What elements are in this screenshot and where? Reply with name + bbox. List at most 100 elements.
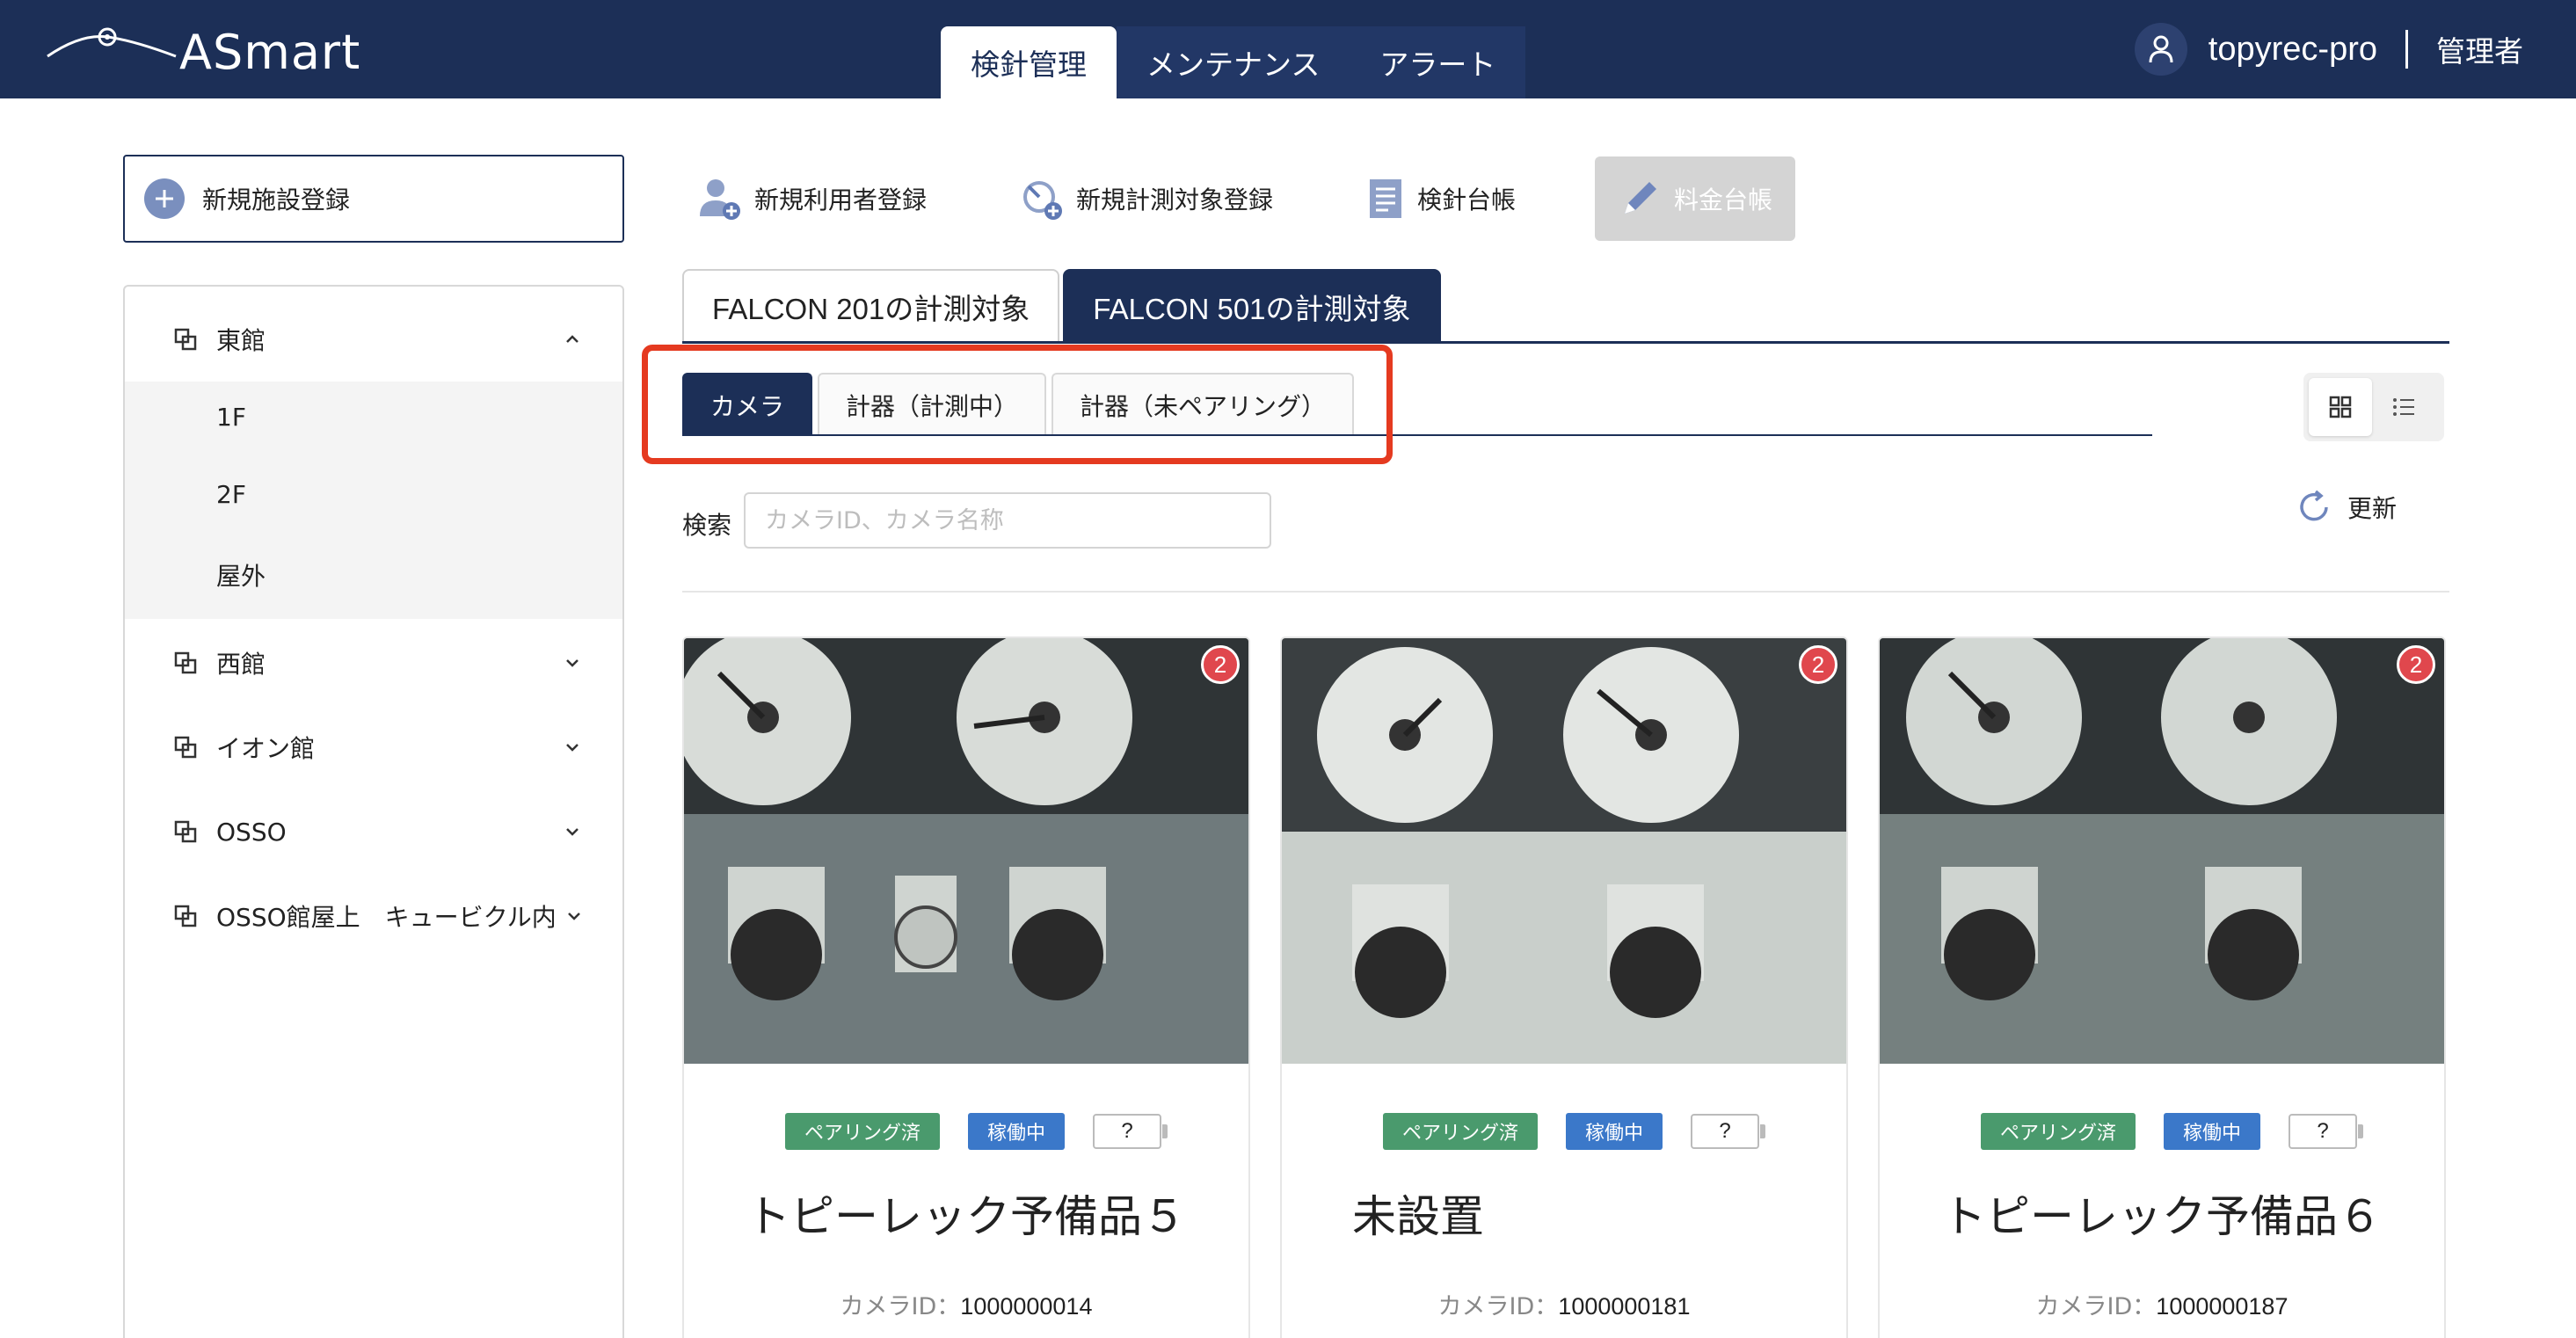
card-tags: ペアリング済 稼働中 ? [684,1113,1248,1150]
camera-id-label: カメラID： [2035,1293,2157,1320]
tree-subitem-1f[interactable]: 1F [216,403,246,432]
tree-subitem-2f[interactable]: 2F [216,480,246,509]
tree-item-osso-rooftop[interactable]: OSSO館屋上 キュービクル内 [125,876,622,956]
new-facility-button[interactable]: 新規施設登録 [123,155,624,243]
inspection-ledger-button[interactable]: 検針台帳 [1366,156,1516,241]
building-icon [174,651,197,674]
building-icon [174,905,197,927]
tree-item-label: 東館 [216,326,266,355]
nav-tab-maintenance[interactable]: メンテナンス [1117,26,1350,98]
pairing-badge: ペアリング済 [1382,1113,1538,1150]
pencil-icon [1625,182,1656,214]
user-icon [2134,23,2187,76]
camera-id-label: カメラID： [840,1293,961,1320]
logo-icon [47,27,177,58]
camera-id-value: 1000000187 [2156,1293,2289,1320]
plus-icon [144,178,185,219]
building-icon [174,820,197,843]
grid-view-button[interactable] [2309,378,2372,436]
camera-snapshot: 2 [684,638,1248,1064]
camera-id: カメラID：1000000014 [684,1287,1248,1321]
chevron-down-icon[interactable] [564,906,584,926]
fee-ledger-label: 料金台帳 [1674,185,1773,215]
divider [682,591,2449,593]
card-count-badge: 2 [2397,645,2435,684]
add-user-icon [700,179,740,220]
camera-card[interactable]: 2 ペアリング済 稼働中 ? トピーレック予備品５ カメラID：10000000… [682,636,1250,1338]
user-menu[interactable]: topyrec-pro 管理者 [2134,23,2523,76]
new-facility-label: 新規施設登録 [202,185,351,215]
tree-item-osso[interactable]: OSSO [125,791,622,872]
camera-name: 未設置 [1352,1191,1484,1242]
building-icon [174,736,197,759]
app-logo[interactable]: ASmart [46,16,362,80]
refresh-label: 更新 [2347,494,2398,523]
logo-text: ASmart [179,25,361,80]
card-count-badge: 2 [1201,645,1240,684]
battery-icon: ? [2289,1114,2364,1149]
tree-item-label: OSSO館屋上 キュービクル内 [216,903,557,932]
new-target-label: 新規計測対象登録 [1076,185,1274,215]
view-toggle [2303,373,2444,441]
status-badge: 稼働中 [1566,1113,1663,1150]
camera-id: カメラID：1000000181 [1282,1287,1846,1321]
tree-item-aeon[interactable]: イオン館 [125,707,622,788]
new-target-button[interactable]: 新規計測対象登録 [1020,156,1273,241]
status-badge: 稼働中 [2164,1113,2261,1150]
chevron-down-icon[interactable] [563,653,582,673]
highlight-box [642,345,1393,464]
camera-card[interactable]: 2 ペアリング済 稼働中 ? トピーレック予備品６ カメラID：10000001… [1878,636,2446,1338]
chevron-down-icon[interactable] [563,738,582,757]
nav-tab-inspection[interactable]: 検針管理 [941,26,1117,98]
facility-tree: 東館 1F 2F 屋外 西館 イオン館 OSSO OSSO館屋上 キュービクル内 [123,285,624,1338]
new-user-label: 新規利用者登録 [754,185,928,215]
chevron-down-icon[interactable] [563,822,582,841]
main-nav: 検針管理 メンテナンス アラート [941,26,1526,98]
new-user-button[interactable]: 新規利用者登録 [698,156,927,241]
ledger-icon [1370,179,1401,218]
pairing-badge: ペアリング済 [1980,1113,2136,1150]
camera-name: トピーレック予備品６ [1942,1191,2382,1242]
search-input[interactable] [744,492,1271,549]
tree-item-label: イオン館 [216,734,316,763]
top-header: ASmart 検針管理 メンテナンス アラート topyrec-pro 管理者 [0,0,2576,98]
device-tabs: FALCON 201の計測対象 FALCON 501の計測対象 [682,269,1444,343]
grid-icon [2329,396,2352,418]
fee-ledger-button[interactable]: 料金台帳 [1595,156,1796,241]
search-label: 検索 [682,511,732,540]
battery-icon: ? [1093,1114,1168,1149]
tab-falcon-201[interactable]: FALCON 201の計測対象 [682,269,1060,343]
status-badge: 稼働中 [968,1113,1066,1150]
camera-id-label: カメラID： [1437,1293,1559,1320]
camera-snapshot: 2 [1880,638,2444,1064]
camera-id-value: 1000000014 [960,1293,1093,1320]
inspection-ledger-label: 検針台帳 [1417,185,1517,215]
list-view-button[interactable] [2372,378,2435,436]
camera-id: カメラID：1000000187 [1880,1287,2444,1321]
battery-icon: ? [1691,1114,1766,1149]
camera-id-value: 1000000181 [1558,1293,1691,1320]
add-gauge-icon [1023,181,1062,220]
refresh-button[interactable]: 更新 [2295,485,2397,529]
tree-subitems-east: 1F 2F 屋外 [125,382,622,619]
card-tags: ペアリング済 稼働中 ? [1282,1113,1846,1150]
list-icon [2393,398,2414,416]
tree-item-label: OSSO [216,817,287,847]
card-tags: ペアリング済 稼働中 ? [1880,1113,2444,1150]
tab-falcon-501[interactable]: FALCON 501の計測対象 [1063,269,1441,343]
building-icon [174,328,197,351]
nav-tab-alert[interactable]: アラート [1350,26,1526,98]
refresh-icon [2300,490,2328,521]
camera-name: トピーレック予備品５ [746,1191,1186,1242]
device-tabs-underline [682,341,2449,344]
camera-snapshot: 2 [1282,638,1846,1064]
card-count-badge: 2 [1799,645,1837,684]
tree-item-east[interactable]: 東館 [125,299,622,380]
tree-item-west[interactable]: 西館 [125,622,622,703]
tree-subitem-outdoor[interactable]: 屋外 [216,557,266,593]
pairing-badge: ペアリング済 [784,1113,940,1150]
camera-card[interactable]: 2 ペアリング済 稼働中 ? 未設置 カメラID：1000000181 [1280,636,1848,1338]
chevron-up-icon[interactable] [563,330,582,349]
tree-item-label: 西館 [216,650,266,679]
user-divider [2405,30,2408,69]
